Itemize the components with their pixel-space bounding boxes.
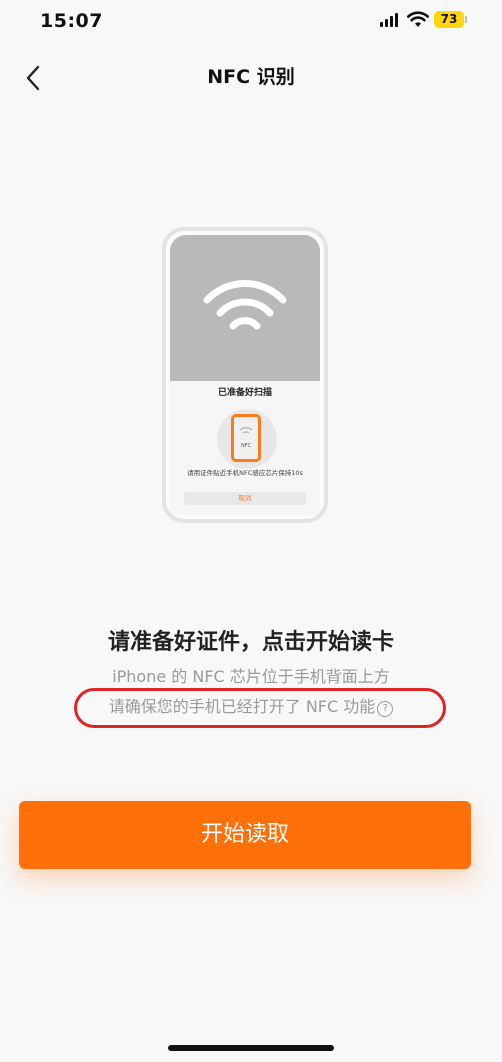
wifi-icon bbox=[407, 11, 429, 27]
battery-icon: 73 bbox=[434, 11, 464, 28]
annotation-circle bbox=[74, 688, 446, 728]
illustration-screen bbox=[170, 235, 320, 381]
signal-icon bbox=[380, 13, 400, 27]
headline: 请准备好证件，点击开始读卡 bbox=[107, 630, 394, 655]
nfc-small-icon bbox=[239, 426, 253, 434]
status-bar: 15:07 73 bbox=[0, 0, 502, 44]
illustration-ready-text: 已准备好扫描 bbox=[217, 388, 272, 398]
nfc-location-text: iPhone 的 NFC 芯片位于手机背面上方 bbox=[112, 667, 390, 686]
status-time: 15:07 bbox=[40, 10, 103, 32]
page-title: NFC 识别 bbox=[207, 66, 295, 88]
illustration-cancel: 取消 bbox=[184, 492, 306, 505]
battery-tip bbox=[465, 16, 467, 23]
home-indicator bbox=[168, 1045, 334, 1051]
start-reading-button[interactable]: 开始读取 bbox=[19, 801, 471, 869]
illustration-sheet: 已准备好扫描 NFC 请用证件贴近手机NFC感应芯片保持10s 取消 bbox=[170, 381, 320, 515]
phone-nfc-label: NFC bbox=[240, 443, 252, 449]
illustration-hint: 请用证件贴近手机NFC感应芯片保持10s bbox=[187, 469, 303, 477]
phone-icon: NFC bbox=[231, 414, 261, 462]
nfc-wave-icon bbox=[203, 280, 287, 330]
nfc-illustration: 已准备好扫描 NFC 请用证件贴近手机NFC感应芯片保持10s 取消 bbox=[162, 227, 328, 523]
battery-level: 73 bbox=[440, 12, 458, 26]
